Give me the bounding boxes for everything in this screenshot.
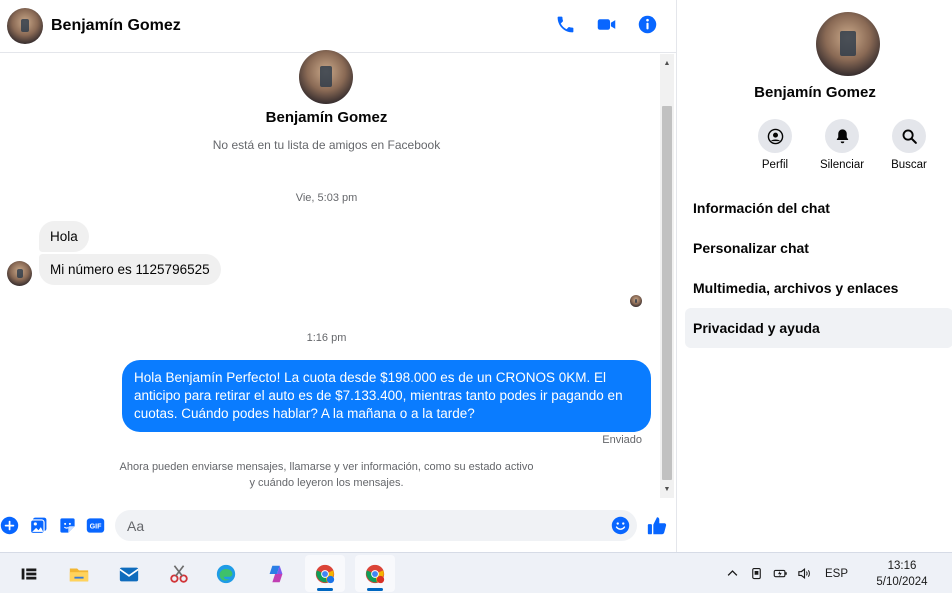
task-view-icon[interactable]: [9, 555, 49, 592]
plus-circle-icon[interactable]: [0, 516, 19, 535]
sender-avatar[interactable]: [7, 261, 32, 286]
windows-taskbar: ESP 13:16 5/10/2024: [0, 552, 952, 593]
message-list: Benjamín Gomez No está en tu lista de am…: [0, 50, 660, 498]
message-scrollbar[interactable]: ▲ ▼: [660, 54, 674, 498]
snipping-tool-icon[interactable]: [159, 555, 199, 592]
profile-icon[interactable]: [758, 119, 792, 153]
edge-browser-icon[interactable]: [206, 555, 246, 592]
image-gallery-icon[interactable]: [29, 516, 48, 535]
video-camera-icon[interactable]: [596, 14, 617, 35]
mail-icon[interactable]: [109, 555, 149, 592]
messenger-window: Benjamín Gomez Benjamín Gomez No está en…: [0, 0, 952, 593]
bell-icon[interactable]: [825, 119, 859, 153]
header-actions: [555, 14, 658, 35]
incoming-message[interactable]: Hola: [39, 221, 89, 252]
menu-chat-info[interactable]: Información del chat: [685, 188, 952, 228]
scroll-down-arrow-icon[interactable]: ▼: [660, 482, 674, 496]
chrome-profile-2-icon[interactable]: [355, 555, 395, 592]
chat-details-panel: Benjamín Gomez Perfil Silenciar Buscar I…: [676, 0, 952, 552]
mute-button[interactable]: Silenciar: [820, 119, 864, 171]
profile-button[interactable]: Perfil: [757, 119, 793, 171]
clock[interactable]: 13:16 5/10/2024: [866, 558, 938, 590]
active-indicator: [317, 588, 333, 591]
chat-header: Benjamín Gomez: [0, 0, 676, 53]
gif-icon[interactable]: GIF: [86, 516, 105, 535]
message-timestamp: Vie, 5:03 pm: [295, 192, 358, 204]
contact-avatar[interactable]: [7, 8, 43, 44]
details-menu: Información del chat Personalizar chat M…: [685, 188, 952, 348]
clock-date: 5/10/2024: [876, 575, 928, 588]
file-explorer-icon[interactable]: [59, 555, 99, 592]
profile-name: Benjamín Gomez: [265, 109, 388, 126]
phone-icon[interactable]: [555, 14, 576, 35]
gif-label: GIF: [90, 523, 103, 531]
mute-label: Silenciar: [819, 159, 865, 171]
input-language[interactable]: ESP: [825, 568, 848, 580]
menu-privacy-support[interactable]: Privacidad y ayuda: [685, 308, 952, 348]
sticker-icon[interactable]: [58, 516, 77, 535]
volume-icon[interactable]: [795, 564, 815, 584]
scroll-thumb[interactable]: [662, 106, 672, 480]
battery-icon[interactable]: [771, 564, 791, 584]
message-composer: GIF: [0, 502, 676, 548]
chevron-up-icon[interactable]: [723, 564, 743, 584]
system-tray: ESP 13:16 5/10/2024: [723, 553, 952, 593]
incoming-message[interactable]: Mi número es 1125796525: [39, 254, 221, 285]
profile-avatar[interactable]: [299, 50, 353, 104]
search-icon[interactable]: [892, 119, 926, 153]
tablet-device-icon[interactable]: [747, 564, 767, 584]
details-name: Benjamín Gomez: [754, 84, 876, 101]
menu-customize-chat[interactable]: Personalizar chat: [685, 228, 952, 268]
contact-name[interactable]: Benjamín Gomez: [51, 17, 181, 35]
notice-line: y cuándo leyeron los mensajes.: [249, 477, 404, 489]
details-avatar[interactable]: [816, 12, 880, 76]
clock-time: 13:16: [887, 559, 917, 572]
profile-subtitle: No está en tu lista de amigos en Faceboo…: [212, 138, 441, 152]
menu-media-files-links[interactable]: Multimedia, archivos y enlaces: [685, 268, 952, 308]
contact-notice: Ahora pueden enviarse mensajes, llamarse…: [0, 459, 653, 491]
sent-status: Enviado: [602, 434, 642, 446]
details-actions: Perfil Silenciar Buscar: [757, 119, 927, 171]
thumbs-up-icon[interactable]: [646, 515, 668, 537]
profile-label: Perfil: [761, 159, 789, 171]
read-receipt-avatar: [630, 295, 642, 307]
scroll-up-arrow-icon[interactable]: ▲: [660, 56, 674, 70]
message-timestamp: 1:16 pm: [306, 332, 347, 344]
outgoing-message[interactable]: Hola Benjamín Perfecto! La cuota desde $…: [122, 360, 651, 432]
message-input[interactable]: [115, 510, 637, 541]
chrome-profile-1-icon[interactable]: [305, 555, 345, 592]
emoji-icon[interactable]: [611, 516, 630, 535]
active-indicator: [367, 588, 383, 591]
copilot-icon[interactable]: [256, 555, 296, 592]
search-button[interactable]: Buscar: [891, 119, 927, 171]
notice-line: Ahora pueden enviarse mensajes, llamarse…: [119, 461, 534, 473]
search-label: Buscar: [891, 159, 927, 171]
info-icon[interactable]: [637, 14, 658, 35]
